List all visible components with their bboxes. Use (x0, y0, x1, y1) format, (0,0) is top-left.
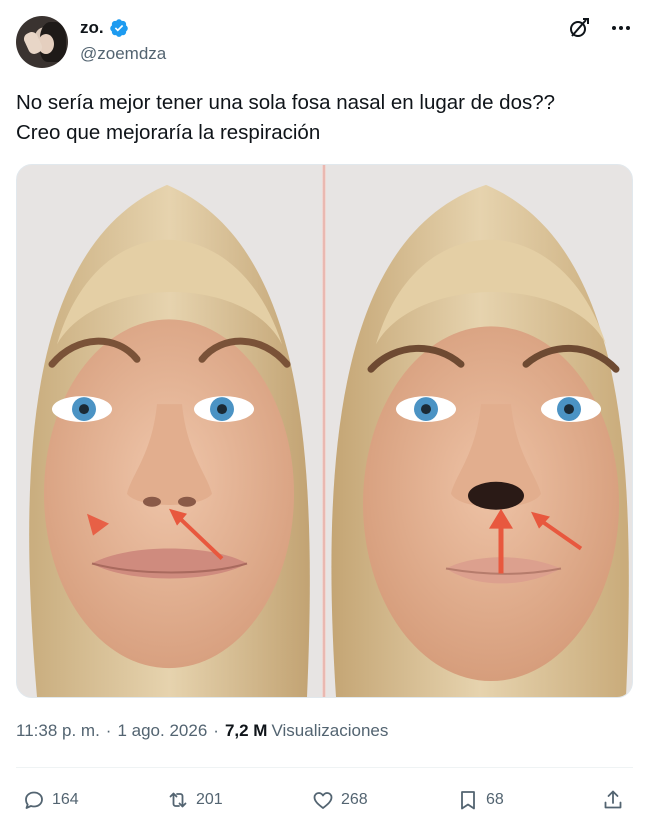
face-image-right (326, 165, 632, 697)
more-icon[interactable] (609, 16, 633, 40)
repost-button[interactable]: 201 (166, 784, 223, 816)
tweet-image[interactable] (16, 164, 633, 698)
share-icon (604, 790, 622, 809)
author-name-row[interactable]: zo. (80, 18, 129, 38)
views-label: Visualizaciones (271, 721, 389, 740)
heart-icon (313, 792, 333, 809)
author-handle[interactable]: @zoemdza (80, 44, 166, 64)
bookmark-count: 68 (486, 791, 504, 808)
views-count: 7,2 M (224, 721, 268, 740)
bookmark-icon (461, 791, 475, 810)
repost-icon (169, 792, 187, 808)
verified-badge-icon (109, 19, 128, 37)
tweet-time[interactable]: 11:38 p. m. (16, 721, 100, 741)
tweet-date[interactable]: 1 ago. 2026 (117, 721, 207, 741)
divider (16, 767, 633, 768)
tweet-header: zo. @zoemdza (16, 14, 633, 70)
action-bar: 164 201 268 68 (16, 784, 633, 816)
reply-icon (25, 791, 43, 809)
repost-count: 201 (196, 791, 223, 808)
grok-icon[interactable] (567, 16, 591, 40)
bookmark-button[interactable]: 68 (456, 784, 504, 816)
meta-separator: · (213, 721, 219, 740)
like-button[interactable]: 268 (311, 784, 368, 816)
reply-button[interactable]: 164 (22, 784, 79, 816)
face-image-left (17, 165, 322, 697)
like-count: 268 (341, 791, 368, 808)
tweet-meta: 11:38 p. m. · 1 ago. 2026 · 7,2 M Visual… (16, 721, 388, 741)
meta-separator: · (105, 721, 112, 740)
tweet-text: No sería mejor tener una sola fosa nasal… (16, 91, 556, 144)
reply-count: 164 (52, 791, 79, 808)
display-name[interactable]: zo. (80, 18, 104, 38)
share-button[interactable] (601, 784, 625, 816)
avatar[interactable] (16, 16, 68, 68)
